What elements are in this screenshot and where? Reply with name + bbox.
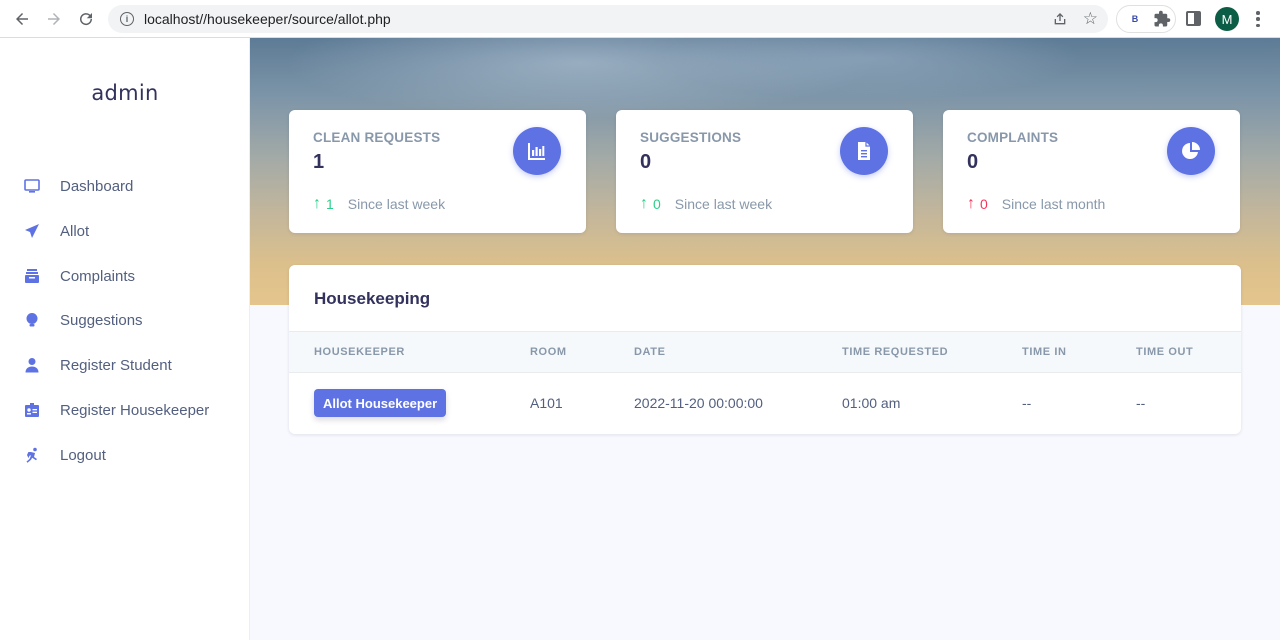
running-icon bbox=[24, 447, 40, 463]
table-title: Housekeeping bbox=[314, 289, 431, 308]
stat-since: Since last month bbox=[1001, 196, 1106, 212]
stat-title: SUGGESTIONS bbox=[640, 130, 742, 145]
id-card-icon bbox=[24, 402, 40, 418]
brand-title: admin bbox=[91, 81, 159, 105]
sidebar-item-label: Register Housekeeper bbox=[60, 401, 210, 419]
column-header-time-out: TIME OUT bbox=[1136, 346, 1194, 358]
stat-card-complaints: COMPLAINTS 0 ↑ 0 Since last month bbox=[943, 110, 1240, 233]
stat-title: CLEAN REQUESTS bbox=[313, 130, 441, 145]
stat-value: 0 bbox=[640, 151, 652, 173]
address-bar[interactable]: i localhost//housekeeper/source/allot.ph… bbox=[108, 5, 1108, 33]
sidebar-item-suggestions[interactable]: Suggestions bbox=[0, 300, 250, 340]
bar-chart-icon bbox=[513, 127, 561, 175]
stat-footer: ↑ 0 Since last week bbox=[640, 195, 772, 213]
url-text: localhost//housekeeper/source/allot.php bbox=[144, 11, 391, 27]
sidebar-item-register-housekeeper[interactable]: Register Housekeeper bbox=[0, 390, 250, 430]
stat-footer: ↑ 1 Since last week bbox=[313, 195, 445, 213]
pie-chart-icon bbox=[1167, 127, 1215, 175]
column-header-housekeeper: HOUSEKEEPER bbox=[314, 346, 405, 358]
sidebar-item-label: Complaints bbox=[60, 267, 136, 285]
back-icon[interactable] bbox=[6, 3, 38, 35]
sidebar-item-logout[interactable]: Logout bbox=[0, 435, 250, 475]
arrow-up-icon: ↑ bbox=[313, 195, 321, 212]
sidebar-item-register-student[interactable]: Register Student bbox=[0, 345, 250, 385]
housekeeping-table-card: Housekeeping HOUSEKEEPER ROOM DATE TIME … bbox=[289, 265, 1241, 434]
browser-toolbar: i localhost//housekeeper/source/allot.ph… bbox=[0, 0, 1280, 38]
cell-time-requested: 01:00 am bbox=[842, 395, 901, 411]
bulb-icon bbox=[24, 312, 40, 328]
archive-icon bbox=[24, 268, 40, 284]
sidebar: admin Dashboard Allot Complaints Suggest… bbox=[0, 38, 250, 640]
sidebar-item-label: Logout bbox=[60, 446, 106, 464]
column-header-date: DATE bbox=[634, 346, 666, 358]
column-header-room: ROOM bbox=[530, 346, 567, 358]
cell-room: A101 bbox=[530, 395, 563, 411]
extensions-puzzle-icon[interactable] bbox=[1153, 10, 1171, 28]
browser-menu-icon[interactable] bbox=[1251, 10, 1265, 28]
profile-avatar[interactable]: M bbox=[1215, 7, 1239, 31]
cell-time-in: -- bbox=[1022, 395, 1032, 411]
arrow-up-icon: ↑ bbox=[967, 195, 975, 212]
table-header: HOUSEKEEPER ROOM DATE TIME REQUESTED TIM… bbox=[289, 331, 1241, 373]
reload-icon[interactable] bbox=[70, 3, 102, 35]
stat-card-suggestions: SUGGESTIONS 0 ↑ 0 Since last week bbox=[616, 110, 913, 233]
stat-since: Since last week bbox=[674, 196, 773, 212]
cell-date: 2022-11-20 00:00:00 bbox=[634, 395, 763, 411]
table-row: Allot Housekeeper A101 2022-11-20 00:00:… bbox=[289, 373, 1241, 434]
column-header-time-requested: TIME REQUESTED bbox=[842, 346, 949, 358]
cell-time-out: -- bbox=[1136, 395, 1146, 411]
send-icon bbox=[24, 223, 40, 239]
side-panel-icon[interactable] bbox=[1186, 11, 1201, 26]
allot-housekeeper-button[interactable]: Allot Housekeeper bbox=[314, 389, 447, 417]
share-icon[interactable] bbox=[1052, 11, 1068, 27]
forward-icon[interactable] bbox=[38, 3, 70, 35]
extension-b-icon[interactable]: B bbox=[1127, 11, 1143, 27]
document-icon bbox=[840, 127, 888, 175]
stat-footer: ↑ 0 Since last month bbox=[967, 195, 1105, 213]
sidebar-item-allot[interactable]: Allot bbox=[0, 211, 250, 251]
stat-delta: 0 bbox=[980, 196, 988, 212]
stat-delta: 1 bbox=[326, 196, 334, 212]
sidebar-item-label: Dashboard bbox=[60, 177, 134, 195]
stat-title: COMPLAINTS bbox=[967, 130, 1059, 145]
sidebar-item-dashboard[interactable]: Dashboard bbox=[0, 166, 250, 206]
stat-delta: 0 bbox=[653, 196, 661, 212]
stat-value: 1 bbox=[313, 151, 325, 173]
stat-card-clean-requests: CLEAN REQUESTS 1 ↑ 1 Since last week bbox=[289, 110, 586, 233]
sidebar-item-complaints[interactable]: Complaints bbox=[0, 256, 250, 296]
sidebar-item-label: Register Student bbox=[60, 356, 172, 374]
stat-value: 0 bbox=[967, 151, 979, 173]
sidebar-item-label: Allot bbox=[60, 222, 90, 240]
site-info-icon[interactable]: i bbox=[120, 12, 134, 26]
monitor-icon bbox=[24, 178, 40, 194]
sidebar-item-label: Suggestions bbox=[60, 311, 143, 329]
stat-since: Since last week bbox=[347, 196, 446, 212]
bookmark-star-icon[interactable]: ☆ bbox=[1083, 10, 1098, 27]
user-icon bbox=[24, 357, 40, 373]
column-header-time-in: TIME IN bbox=[1022, 346, 1067, 358]
arrow-up-icon: ↑ bbox=[640, 195, 648, 212]
